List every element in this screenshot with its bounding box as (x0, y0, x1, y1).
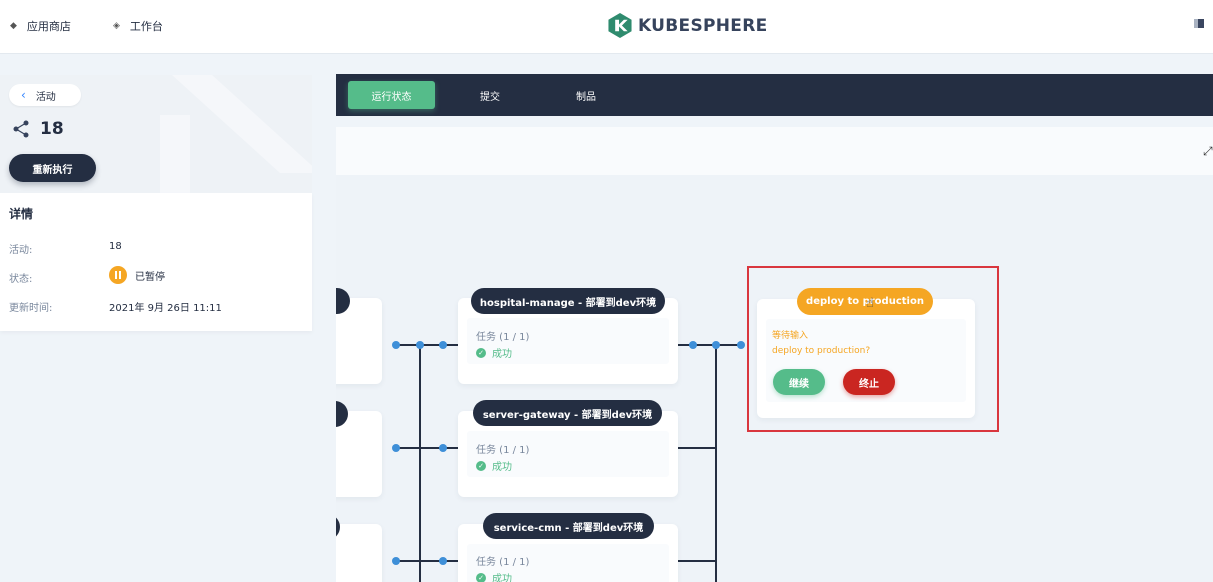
detail-value-status: 已暂停 (109, 266, 165, 284)
workbench-icon: ◈ (113, 21, 120, 31)
tab-run-status[interactable]: 运行状态 (348, 81, 435, 109)
stage-title[interactable]: server-gateway - 部署到dev环境 (473, 400, 662, 426)
tab-artifacts[interactable]: 制品 (556, 81, 616, 109)
detail-label-status: 状态: (9, 274, 33, 285)
detail-label-activity: 活动: (9, 245, 33, 256)
logo-text: KUBESPHERE (638, 15, 768, 36)
stage-title[interactable]: hospital-manage - 部署到dev环境 (471, 288, 665, 314)
success-check-icon: ✓ (476, 460, 486, 471)
stage-task-count: 任务 (1 / 1) (476, 557, 530, 568)
details-title: 详情 (9, 207, 34, 221)
layers-icon: ◆ (10, 21, 17, 31)
nav-workbench[interactable]: ◈ 工作台 (113, 18, 163, 34)
tab-commits[interactable]: 提交 (460, 81, 520, 109)
stage-status: ✓ 成功 (476, 570, 512, 582)
previous-stage-card[interactable] (336, 524, 382, 582)
stage-status-text: 成功 (492, 462, 512, 473)
status-text: 已暂停 (135, 271, 165, 283)
kubesphere-logo-icon (608, 13, 632, 38)
detail-value-activity: 18 (109, 241, 122, 252)
stage-title[interactable]: service-cmn - 部署到dev环境 (483, 513, 654, 539)
toolbox-icon[interactable] (1194, 19, 1204, 28)
stage-task-count: 任务 (1 / 1) (476, 332, 530, 343)
pipeline-icon (13, 120, 29, 138)
run-number: 18 (12, 119, 64, 139)
nav-app-store[interactable]: ◆ 应用商店 (10, 18, 71, 34)
stage-status-text: 成功 (492, 349, 512, 360)
stage-status-text: 成功 (492, 574, 512, 582)
highlight-box (747, 266, 999, 432)
back-to-activity-button[interactable]: ‹ 活动 (9, 84, 81, 106)
fullscreen-icon[interactable]: ⤢ (1203, 144, 1213, 159)
success-check-icon: ✓ (476, 572, 486, 582)
rerun-button[interactable]: 重新执行 (9, 154, 96, 182)
detail-value-updated: 2021年 9月 26日 11:11 (109, 303, 222, 314)
back-label: 活动 (35, 91, 56, 103)
nav-workbench-label: 工作台 (129, 20, 163, 33)
top-navbar (0, 0, 1213, 54)
kubesphere-logo[interactable]: KUBESPHERE (608, 13, 768, 38)
run-number-value: 18 (40, 119, 64, 139)
success-check-icon: ✓ (476, 347, 486, 358)
stage-task-count: 任务 (1 / 1) (476, 445, 530, 456)
pause-icon (109, 266, 127, 284)
chevron-left-icon: ‹ (21, 88, 26, 102)
stage-status: ✓ 成功 (476, 458, 512, 473)
background-decoration (160, 75, 312, 193)
detail-label-updated: 更新时间: (9, 303, 53, 314)
pipeline-toolbar (336, 127, 1213, 175)
nav-app-store-label: 应用商店 (26, 20, 71, 33)
hand-cursor-icon: ☝ (866, 296, 874, 311)
stage-status: ✓ 成功 (476, 345, 512, 360)
